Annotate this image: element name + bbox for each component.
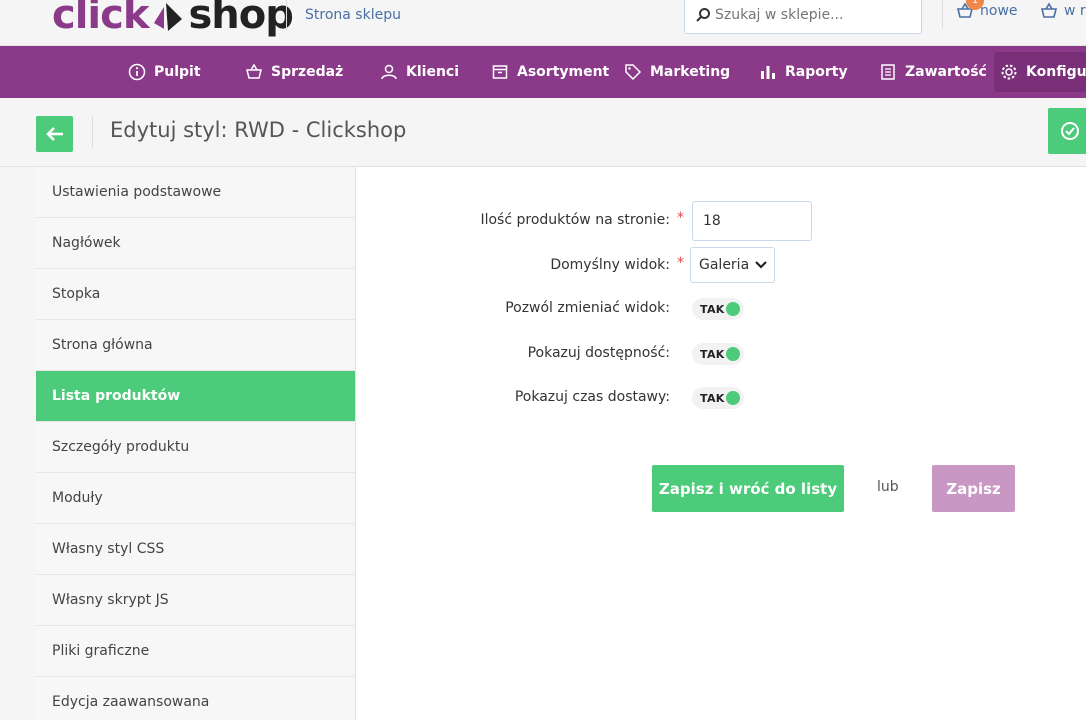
- sidebar-item-basic-settings[interactable]: Ustawienia podstawowe: [36, 167, 355, 218]
- products-per-page-input[interactable]: [692, 201, 812, 241]
- nav-label: Konfigura: [1026, 64, 1086, 80]
- nav-item-konfiguracja[interactable]: Konfigura: [994, 52, 1086, 92]
- sidebar-item-custom-css[interactable]: Własny styl CSS: [36, 524, 355, 575]
- clickshop-logo[interactable]: click shop: [52, 0, 294, 42]
- default-view-value: Galeria: [699, 257, 750, 273]
- show-delivery-time-label: Pokazuj czas dostawy:: [514, 389, 670, 405]
- new-orders-link[interactable]: nowe: [956, 2, 1018, 20]
- nav-label: Sprzedaż: [271, 64, 344, 80]
- sidebar-item-footer[interactable]: Stopka: [36, 269, 355, 320]
- allow-change-view-label: Pozwól zmieniać widok:: [505, 300, 670, 316]
- title-separator: [92, 116, 93, 148]
- confirm-button[interactable]: [1048, 108, 1086, 154]
- products-per-page-label: Ilość produktów na stronie:: [480, 212, 670, 228]
- sidebar-item-advanced-edit[interactable]: Edycja zaawansowana: [36, 677, 355, 720]
- chevron-down-icon: [755, 261, 767, 269]
- save-button[interactable]: Zapisz: [932, 465, 1015, 512]
- nav-item-klienci[interactable]: Klienci: [380, 46, 459, 98]
- main-nav: Pulpit Sprzedaż Klienci Asortyment Marke…: [0, 46, 1086, 98]
- document-icon: [881, 64, 895, 80]
- toggle-knob: [726, 347, 740, 361]
- cart-link[interactable]: w r: [1040, 2, 1086, 20]
- toggle-state-label: TAK: [700, 302, 725, 316]
- bar-chart-icon: [761, 66, 775, 79]
- nav-label: Raporty: [785, 64, 848, 80]
- sidebar-item-header[interactable]: Nagłówek: [36, 218, 355, 269]
- toggle-state-label: TAK: [700, 347, 725, 361]
- nav-label: Klienci: [406, 64, 460, 80]
- logo-mark-icon: [154, 3, 183, 31]
- default-view-label: Domyślny widok:: [550, 257, 670, 273]
- toggle-knob: [726, 391, 740, 405]
- search-box[interactable]: [684, 0, 922, 34]
- users-icon: [381, 64, 397, 80]
- logo-text-left: click: [52, 0, 149, 38]
- nav-label: Asortyment: [517, 64, 610, 80]
- basket-icon: [1040, 2, 1058, 18]
- info-icon: [128, 63, 146, 81]
- sidebar-item-modules[interactable]: Moduły: [36, 473, 355, 524]
- or-separator-text: lub: [877, 479, 899, 495]
- nav-item-asortyment[interactable]: Asortyment: [491, 46, 609, 98]
- sidebar-item-graphic-files[interactable]: Pliki graficzne: [36, 626, 355, 677]
- nav-item-pulpit[interactable]: Pulpit: [128, 46, 201, 98]
- box-icon: [492, 65, 508, 79]
- sidebar-item-product-details[interactable]: Szczegóły produktu: [36, 422, 355, 473]
- nav-item-sprzedaz[interactable]: Sprzedaż: [245, 46, 343, 98]
- allow-change-view-toggle[interactable]: TAK: [692, 298, 744, 320]
- settings-sidebar: Ustawienia podstawowe Nagłówek Stopka St…: [36, 167, 356, 720]
- arrow-left-icon: [45, 127, 63, 141]
- required-marker: *: [677, 210, 684, 226]
- sidebar-item-product-list[interactable]: Lista produktów: [36, 371, 355, 422]
- logo-text-right: shop: [188, 0, 293, 38]
- sidebar-item-custom-js[interactable]: Własny skrypt JS: [36, 575, 355, 626]
- top-separator: [942, 0, 943, 28]
- top-bar: clickshop Strona sklepu nowe 1 w r: [0, 0, 1086, 46]
- default-view-select[interactable]: Galeria: [690, 247, 775, 283]
- show-availability-label: Pokazuj dostępność:: [527, 345, 670, 361]
- new-orders-label: nowe: [980, 3, 1018, 19]
- back-button[interactable]: [36, 116, 73, 152]
- nav-label: Pulpit: [154, 64, 201, 80]
- toggle-knob: [726, 302, 740, 316]
- nav-item-zawartosc[interactable]: Zawartość: [879, 46, 987, 98]
- basket-icon: [246, 63, 262, 79]
- cart-label: w r: [1064, 3, 1086, 19]
- show-delivery-time-toggle[interactable]: TAK: [692, 387, 744, 409]
- tag-icon: [625, 64, 642, 81]
- shop-link[interactable]: Strona sklepu: [286, 0, 401, 30]
- search-input[interactable]: [715, 7, 915, 23]
- nav-item-raporty[interactable]: Raporty: [759, 46, 848, 98]
- nav-label: Marketing: [650, 64, 731, 80]
- show-availability-toggle[interactable]: TAK: [692, 343, 744, 365]
- required-marker: *: [677, 255, 684, 271]
- nav-label: Zawartość: [905, 64, 987, 80]
- gear-icon: [1001, 64, 1017, 80]
- toggle-state-label: TAK: [700, 391, 725, 405]
- search-icon: [696, 8, 710, 22]
- sidebar-item-home-page[interactable]: Strona główna: [36, 320, 355, 371]
- settings-form-panel: Ilość produktów na stronie: * Domyślny w…: [356, 167, 1086, 720]
- page-title: Edytuj styl: RWD - Clickshop: [110, 118, 407, 142]
- save-and-return-button[interactable]: Zapisz i wróć do listy: [652, 465, 844, 512]
- nav-item-marketing[interactable]: Marketing: [624, 46, 730, 98]
- check-circle-icon: [1061, 122, 1079, 140]
